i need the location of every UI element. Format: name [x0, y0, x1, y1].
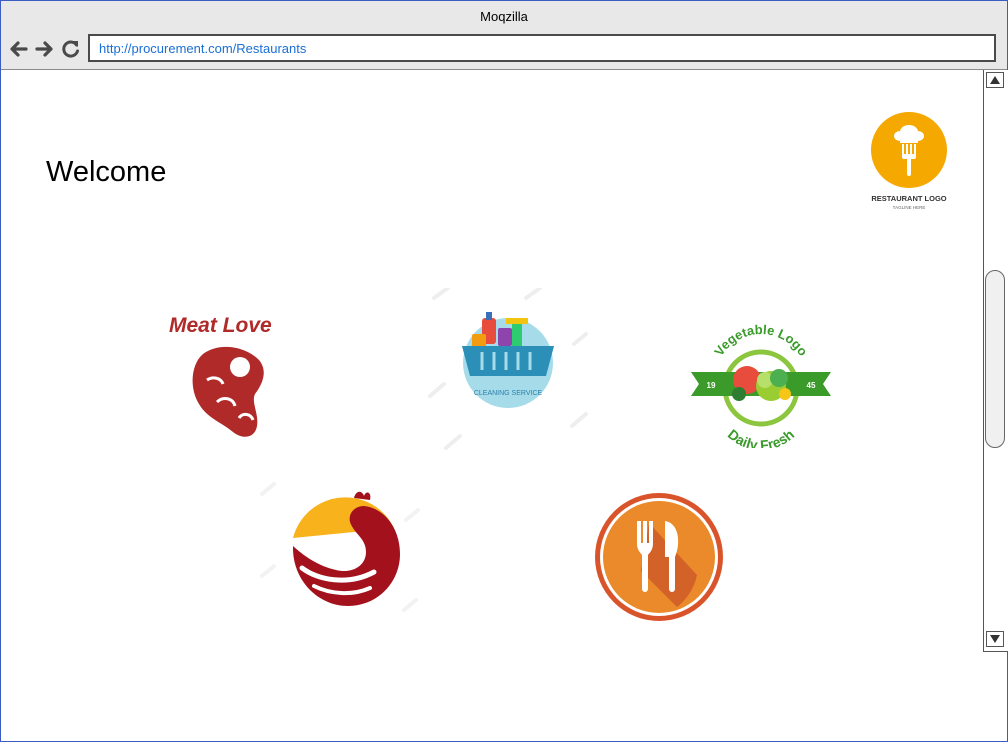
vegetable-year-left: 19 [707, 381, 716, 390]
meat-love-label: Meat Love [169, 314, 272, 337]
reload-icon[interactable] [61, 39, 81, 59]
arrow-down-icon [990, 635, 1000, 643]
window-title: Moqzilla [480, 9, 528, 24]
welcome-heading: Welcome [46, 156, 167, 188]
vendor-rooster-logo[interactable] [256, 480, 426, 636]
address-bar-url: http://procurement.com/Restaurants [99, 41, 307, 56]
scroll-up-button[interactable] [986, 72, 1004, 88]
arrow-up-icon [990, 76, 1000, 84]
restaurant-logo-label: RESTAURANT LOGO [871, 194, 946, 203]
restaurant-logo[interactable]: RESTAURANT LOGO TAGLINE HERE [869, 111, 949, 213]
cleaning-service-label: CLEANING SERVICE [474, 390, 543, 397]
forward-arrow-icon[interactable] [35, 39, 55, 59]
vendor-cleaning-service-logo[interactable]: CLEANING SERVICE [426, 288, 590, 450]
meat-steak-icon [192, 346, 264, 437]
vendor-meat-love-logo[interactable]: Meat Love [161, 306, 296, 444]
vendor-cutlery-logo[interactable] [593, 491, 725, 623]
svg-text:Daily Fresh: Daily Fresh [725, 426, 797, 448]
address-bar[interactable]: http://procurement.com/Restaurants [88, 34, 996, 62]
vertical-scrollbar[interactable] [983, 70, 1008, 652]
daily-fresh-label: Daily Fresh [725, 426, 797, 448]
browser-window: Moqzilla http://procurement.com/Restaura… [0, 0, 1008, 742]
vegetable-year-right: 45 [807, 381, 816, 390]
restaurant-logo-tagline: TAGLINE HERE [893, 205, 926, 210]
page-content: Welcome RESTAURANT LOGO TAGLINE HERE Mea… [1, 70, 983, 741]
vendor-vegetable-logo[interactable]: Vegetable Logo 19 45 Daily Fresh [691, 322, 831, 448]
back-arrow-icon[interactable] [8, 39, 28, 59]
scroll-down-button[interactable] [986, 631, 1004, 647]
scrollbar-thumb[interactable] [985, 270, 1005, 448]
browser-titlebar: Moqzilla http://procurement.com/Restaura… [1, 1, 1007, 70]
